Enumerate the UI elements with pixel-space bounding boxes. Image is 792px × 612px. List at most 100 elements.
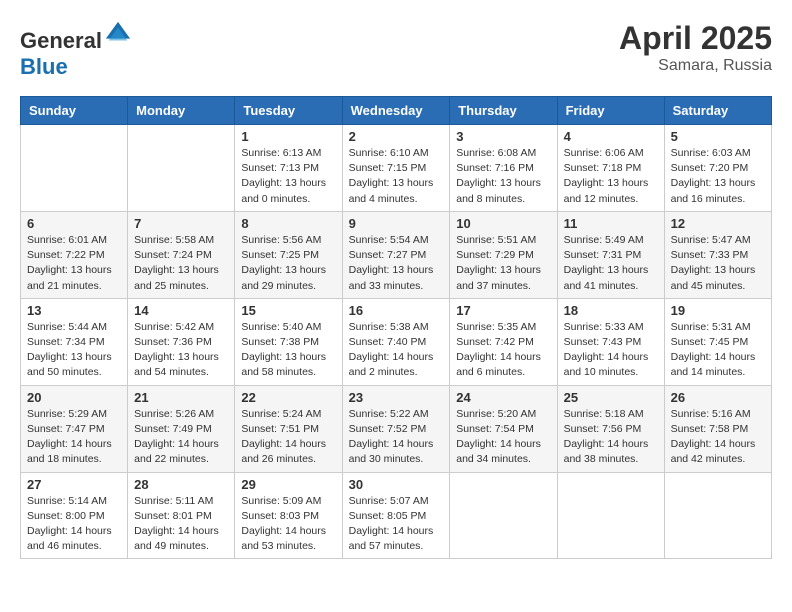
day-info-line: Sunrise: 5:24 AM — [241, 407, 335, 422]
day-info-line: Sunrise: 6:03 AM — [671, 146, 765, 161]
day-info-line: Daylight: 13 hours and 8 minutes. — [456, 176, 550, 206]
day-info-line: Sunrise: 5:44 AM — [27, 320, 121, 335]
day-number: 5 — [671, 129, 765, 144]
day-info: Sunrise: 6:03 AMSunset: 7:20 PMDaylight:… — [671, 146, 765, 207]
day-info: Sunrise: 5:22 AMSunset: 7:52 PMDaylight:… — [349, 407, 444, 468]
month-year: April 2025 — [619, 20, 772, 57]
table-row — [664, 472, 771, 559]
day-info: Sunrise: 5:40 AMSunset: 7:38 PMDaylight:… — [241, 320, 335, 381]
day-info: Sunrise: 5:51 AMSunset: 7:29 PMDaylight:… — [456, 233, 550, 294]
day-info: Sunrise: 5:07 AMSunset: 8:05 PMDaylight:… — [349, 494, 444, 555]
table-row: 27 Sunrise: 5:14 AMSunset: 8:00 PMDayligh… — [21, 472, 128, 559]
table-row: 11Sunrise: 5:49 AMSunset: 7:31 PMDayligh… — [557, 211, 664, 298]
day-info-line: Daylight: 14 hours and 10 minutes. — [564, 350, 658, 380]
table-row: 16Sunrise: 5:38 AMSunset: 7:40 PMDayligh… — [342, 298, 450, 385]
day-info-line: Daylight: 13 hours and 4 minutes. — [349, 176, 444, 206]
day-info: Sunrise: 5:49 AMSunset: 7:31 PMDaylight:… — [564, 233, 658, 294]
location: Samara, Russia — [619, 57, 772, 75]
day-number: 18 — [564, 303, 658, 318]
day-info-line: Sunset: 7:20 PM — [671, 161, 765, 176]
day-info: Sunrise: 5:31 AMSunset: 7:45 PMDaylight:… — [671, 320, 765, 381]
table-row — [128, 125, 235, 212]
table-row: 19 Sunrise: 5:31 AMSunset: 7:45 PMDayligh… — [664, 298, 771, 385]
calendar-week-row: 1Sunrise: 6:13 AMSunset: 7:13 PMDaylight… — [21, 125, 772, 212]
day-info-line: Daylight: 14 hours and 18 minutes. — [27, 437, 121, 467]
day-info: Sunrise: 5:11 AMSunset: 8:01 PMDaylight:… — [134, 494, 228, 555]
day-info-line: Daylight: 13 hours and 54 minutes. — [134, 350, 228, 380]
day-info-line: Daylight: 14 hours and 14 minutes. — [671, 350, 765, 380]
day-info-line: Sunset: 7:24 PM — [134, 248, 228, 263]
table-row: 6Sunrise: 6:01 AMSunset: 7:22 PMDaylight… — [21, 211, 128, 298]
day-info-line: Sunset: 7:58 PM — [671, 422, 765, 437]
day-info-line: Daylight: 13 hours and 50 minutes. — [27, 350, 121, 380]
day-info-line: Sunrise: 6:13 AM — [241, 146, 335, 161]
day-info-line: Sunset: 7:42 PM — [456, 335, 550, 350]
col-tuesday: Tuesday — [235, 97, 342, 125]
day-number: 17 — [456, 303, 550, 318]
day-info-line: Daylight: 13 hours and 33 minutes. — [349, 263, 444, 293]
day-number: 26 — [671, 390, 765, 405]
calendar-week-row: 20Sunrise: 5:29 AMSunset: 7:47 PMDayligh… — [21, 385, 772, 472]
logo: General Blue — [20, 20, 132, 80]
day-info-line: Sunset: 7:43 PM — [564, 335, 658, 350]
day-info-line: Daylight: 13 hours and 58 minutes. — [241, 350, 335, 380]
table-row: 18Sunrise: 5:33 AMSunset: 7:43 PMDayligh… — [557, 298, 664, 385]
day-info-line: Sunset: 7:22 PM — [27, 248, 121, 263]
day-info-line: Sunrise: 5:18 AM — [564, 407, 658, 422]
table-row: 2Sunrise: 6:10 AMSunset: 7:15 PMDaylight… — [342, 125, 450, 212]
day-info-line: Daylight: 14 hours and 42 minutes. — [671, 437, 765, 467]
day-info-line: Daylight: 14 hours and 22 minutes. — [134, 437, 228, 467]
table-row: 29 Sunrise: 5:09 AMSunset: 8:03 PMDayligh… — [235, 472, 342, 559]
day-number: 6 — [27, 216, 121, 231]
logo-blue: Blue — [20, 54, 68, 79]
day-info: Sunrise: 5:09 AMSunset: 8:03 PMDaylight:… — [241, 494, 335, 555]
table-row: 5 Sunrise: 6:03 AMSunset: 7:20 PMDaylight… — [664, 125, 771, 212]
day-number: 24 — [456, 390, 550, 405]
day-number: 1 — [241, 129, 335, 144]
day-info-line: Sunrise: 6:01 AM — [27, 233, 121, 248]
day-info-line: Sunset: 7:45 PM — [671, 335, 765, 350]
day-info: Sunrise: 5:42 AMSunset: 7:36 PMDaylight:… — [134, 320, 228, 381]
table-row — [557, 472, 664, 559]
day-info-line: Daylight: 13 hours and 45 minutes. — [671, 263, 765, 293]
day-info-line: Sunrise: 5:09 AM — [241, 494, 335, 509]
day-info-line: Sunrise: 5:20 AM — [456, 407, 550, 422]
day-number: 28 — [134, 477, 228, 492]
table-row: 15Sunrise: 5:40 AMSunset: 7:38 PMDayligh… — [235, 298, 342, 385]
table-row: 14Sunrise: 5:42 AMSunset: 7:36 PMDayligh… — [128, 298, 235, 385]
day-number: 13 — [27, 303, 121, 318]
day-info-line: Sunset: 7:56 PM — [564, 422, 658, 437]
title-block: April 2025 Samara, Russia — [619, 20, 772, 75]
day-info-line: Sunrise: 5:58 AM — [134, 233, 228, 248]
table-row: 22Sunrise: 5:24 AMSunset: 7:51 PMDayligh… — [235, 385, 342, 472]
table-row: 4Sunrise: 6:06 AMSunset: 7:18 PMDaylight… — [557, 125, 664, 212]
day-number: 25 — [564, 390, 658, 405]
day-number: 30 — [349, 477, 444, 492]
day-info-line: Daylight: 14 hours and 49 minutes. — [134, 524, 228, 554]
day-number: 16 — [349, 303, 444, 318]
table-row — [21, 125, 128, 212]
day-number: 20 — [27, 390, 121, 405]
day-number: 29 — [241, 477, 335, 492]
table-row: 28 Sunrise: 5:11 AMSunset: 8:01 PMDayligh… — [128, 472, 235, 559]
day-number: 7 — [134, 216, 228, 231]
day-info-line: Daylight: 14 hours and 30 minutes. — [349, 437, 444, 467]
col-friday: Friday — [557, 97, 664, 125]
day-info-line: Sunset: 7:54 PM — [456, 422, 550, 437]
day-info-line: Sunrise: 5:42 AM — [134, 320, 228, 335]
day-info-line: Sunrise: 5:16 AM — [671, 407, 765, 422]
day-info: Sunrise: 5:58 AMSunset: 7:24 PMDaylight:… — [134, 233, 228, 294]
day-number: 27 — [27, 477, 121, 492]
col-wednesday: Wednesday — [342, 97, 450, 125]
table-row: 10Sunrise: 5:51 AMSunset: 7:29 PMDayligh… — [450, 211, 557, 298]
day-info-line: Sunset: 7:49 PM — [134, 422, 228, 437]
day-info-line: Daylight: 13 hours and 29 minutes. — [241, 263, 335, 293]
day-info: Sunrise: 5:18 AMSunset: 7:56 PMDaylight:… — [564, 407, 658, 468]
col-monday: Monday — [128, 97, 235, 125]
day-info: Sunrise: 5:14 AMSunset: 8:00 PMDaylight:… — [27, 494, 121, 555]
day-info-line: Daylight: 14 hours and 53 minutes. — [241, 524, 335, 554]
day-number: 3 — [456, 129, 550, 144]
day-info: Sunrise: 5:35 AMSunset: 7:42 PMDaylight:… — [456, 320, 550, 381]
table-row: 26 Sunrise: 5:16 AMSunset: 7:58 PMDayligh… — [664, 385, 771, 472]
day-number: 19 — [671, 303, 765, 318]
